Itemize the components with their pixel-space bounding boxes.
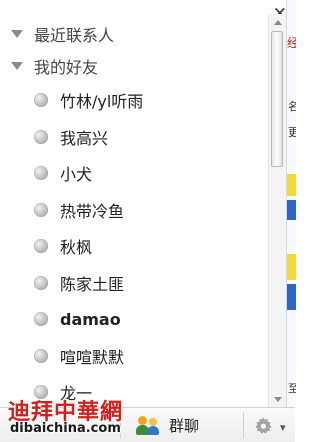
- gear-icon[interactable]: [252, 415, 274, 437]
- expand-triangle-icon[interactable]: [11, 62, 23, 70]
- contact-name: 竹林/yl听雨: [60, 92, 144, 112]
- contact-item[interactable]: 竹林/yl听雨: [0, 82, 268, 119]
- contact-name: damao: [60, 309, 121, 329]
- contact-item[interactable]: 小犬: [0, 155, 268, 192]
- status-dot-icon: [34, 275, 48, 290]
- status-dot-icon: [34, 93, 48, 108]
- edge-text: 名: [288, 98, 296, 114]
- contact-item[interactable]: 秋枫: [0, 228, 268, 265]
- edge-text-red: 经: [287, 34, 296, 50]
- status-dot-icon: [34, 348, 48, 363]
- edge-banner-yellow: [287, 254, 296, 280]
- contact-item[interactable]: 喧喧默默: [0, 338, 268, 375]
- contact-name: 龙一: [60, 384, 93, 404]
- contact-item[interactable]: damao: [0, 301, 268, 338]
- contact-item[interactable]: 热带冷鱼: [0, 192, 268, 229]
- group-recent-contacts[interactable]: 最近联系人: [0, 18, 268, 50]
- scroll-down-arrow-icon[interactable]: [269, 391, 286, 407]
- contact-name: 秋枫: [60, 238, 93, 258]
- contact-item[interactable]: 陈家土匪: [0, 265, 268, 302]
- contact-name: 喧喧默默: [60, 347, 125, 367]
- people-icon: [135, 414, 161, 436]
- edge-banner-blue: [287, 284, 296, 310]
- contact-name: 我高兴: [60, 128, 109, 148]
- group-my-friends[interactable]: 我的好友: [0, 50, 268, 82]
- edge-text: 至: [288, 380, 296, 396]
- expand-triangle-icon[interactable]: [11, 30, 23, 38]
- contact-name: 陈家土匪: [60, 274, 125, 294]
- contact-item[interactable]: 龙一: [0, 374, 268, 407]
- toolbar-divider: [243, 412, 244, 438]
- status-dot-icon: [34, 129, 48, 144]
- toolbar-divider: [120, 412, 121, 438]
- status-dot-icon: [34, 312, 48, 327]
- status-dot-icon: [34, 202, 48, 217]
- group-chat-label: 群聊: [169, 416, 200, 435]
- adjacent-panel-edge: 经 名 更 至: [286, 0, 296, 407]
- edge-banner-yellow: [287, 174, 296, 196]
- status-dot-icon: [34, 385, 48, 400]
- group-label: 最近联系人: [34, 26, 115, 45]
- caret-down-icon[interactable]: ▾: [280, 421, 286, 434]
- group-chat-button[interactable]: 群聊: [135, 412, 199, 438]
- contact-item[interactable]: 我高兴: [0, 119, 268, 156]
- status-dot-icon: [34, 166, 48, 181]
- contact-name: 小犬: [60, 165, 93, 185]
- scroll-up-arrow-icon[interactable]: [269, 14, 286, 30]
- contact-name: 热带冷鱼: [60, 201, 125, 221]
- status-dot-icon: [34, 239, 48, 254]
- edge-text: 更: [288, 124, 296, 140]
- scrollbar-thumb[interactable]: [271, 31, 283, 167]
- edge-banner-blue: [287, 200, 296, 220]
- group-label: 我的好友: [34, 58, 99, 77]
- vertical-scrollbar[interactable]: [268, 14, 286, 407]
- bottom-toolbar: 群聊 ▾: [0, 407, 295, 442]
- contact-list: 最近联系人 我的好友 竹林/yl听雨 我高兴 小犬 热带冷鱼 秋枫 陈家土匪 d…: [0, 18, 268, 407]
